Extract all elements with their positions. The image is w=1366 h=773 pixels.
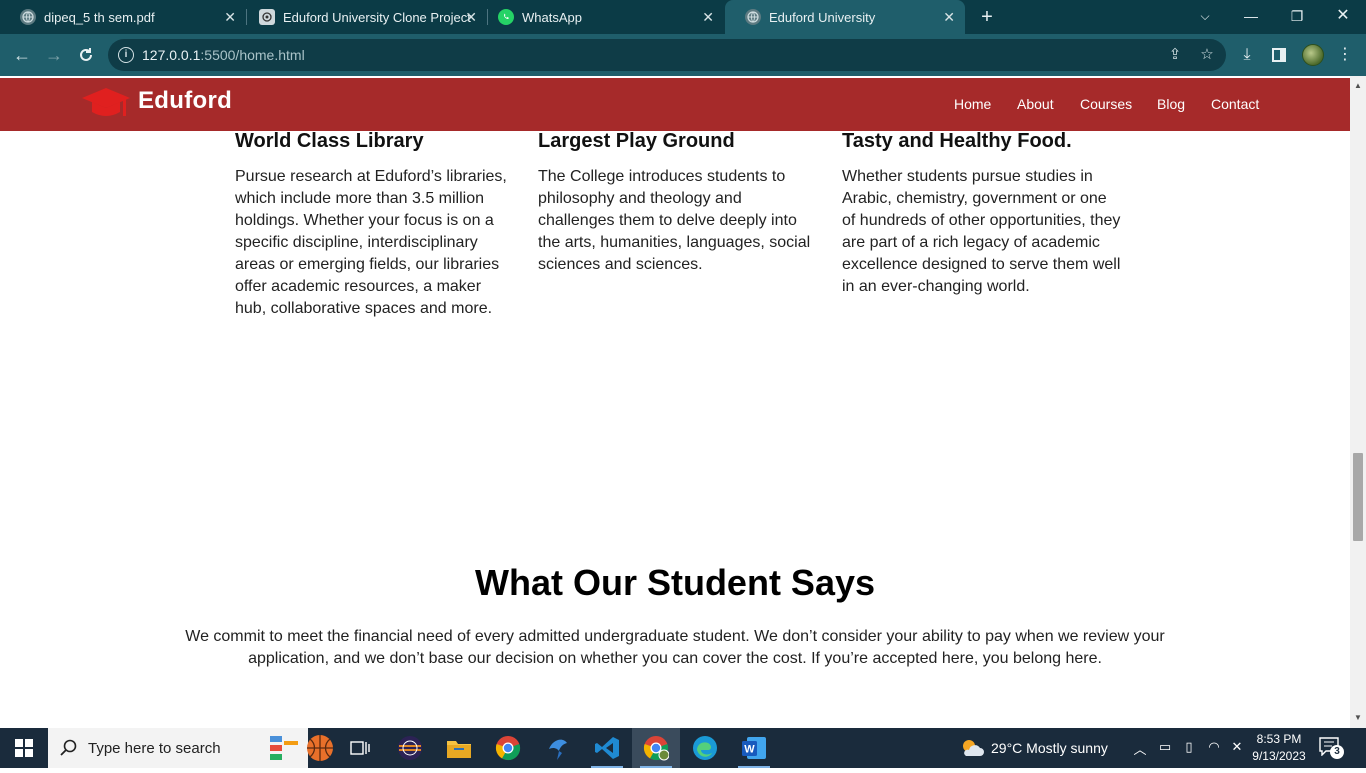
eclipse-icon[interactable] bbox=[386, 728, 434, 768]
testimonials-intro: We commit to meet the financial need of … bbox=[185, 628, 1165, 667]
svg-text:W: W bbox=[744, 744, 755, 756]
feature-title: Tasty and Healthy Food. bbox=[842, 130, 1072, 152]
close-tab-icon[interactable]: ✕ bbox=[224, 9, 236, 26]
globe-icon bbox=[20, 9, 36, 25]
testimonials-heading: What Our Student Says bbox=[474, 562, 876, 603]
nav-link-home[interactable]: Home bbox=[954, 96, 991, 112]
meet-now-icon[interactable]: ▭ bbox=[1156, 739, 1174, 755]
site-info-icon[interactable]: i bbox=[118, 47, 134, 63]
url-text[interactable]: 127.0.0.1:5500/home.html bbox=[142, 47, 305, 63]
more-menu-icon[interactable]: ⋮ bbox=[1334, 44, 1356, 66]
scrollbar-thumb[interactable] bbox=[1353, 453, 1363, 541]
globe-icon bbox=[745, 9, 761, 25]
feature-description: The College introduces students to philo… bbox=[538, 168, 811, 273]
close-tab-icon[interactable]: ✕ bbox=[465, 9, 477, 26]
browser-tab-strip: dipeq_5 th sem.pdf ✕ Eduford University … bbox=[0, 0, 1366, 34]
start-button[interactable] bbox=[0, 728, 48, 768]
sun-cloud-icon bbox=[963, 740, 984, 756]
scroll-up-icon[interactable]: ▲ bbox=[1350, 78, 1366, 94]
tab-eduford[interactable]: Eduford University ✕ bbox=[725, 0, 965, 34]
feature-title: Largest Play Ground bbox=[538, 130, 735, 152]
tab-clone-project[interactable]: Eduford University Clone Project ✕ bbox=[239, 0, 487, 34]
side-panel-icon[interactable] bbox=[1268, 44, 1290, 66]
scroll-down-icon[interactable]: ▼ bbox=[1350, 710, 1366, 726]
show-hidden-icons-chevron-icon[interactable]: ︿ bbox=[1131, 739, 1149, 758]
search-placeholder: Type here to search bbox=[88, 739, 221, 757]
bookmark-star-icon[interactable]: ☆ bbox=[1198, 46, 1216, 64]
task-view-icon[interactable] bbox=[336, 728, 384, 768]
profile-avatar[interactable] bbox=[1302, 44, 1324, 66]
weather-text: 29°C Mostly sunny bbox=[991, 740, 1108, 756]
word-icon[interactable]: W bbox=[730, 728, 778, 768]
nav-link-blog[interactable]: Blog bbox=[1157, 96, 1185, 112]
vscode-icon[interactable] bbox=[583, 728, 631, 768]
page-viewport: Eduford Home About Courses Blog Contact … bbox=[0, 76, 1350, 728]
graduation-cap-icon bbox=[82, 88, 130, 116]
feature-description: Whether students pursue studies in Arabi… bbox=[842, 168, 1121, 295]
page-scrollbar[interactable]: ▲ ▼ bbox=[1350, 76, 1366, 728]
search-icon bbox=[60, 739, 77, 756]
chrome-icon[interactable] bbox=[484, 728, 532, 768]
close-tab-icon[interactable]: ✕ bbox=[702, 9, 714, 26]
nav-link-courses[interactable]: Courses bbox=[1080, 96, 1132, 112]
tab-search-chevron-icon[interactable]: ⌵ bbox=[1182, 0, 1228, 34]
sourcetree-icon[interactable] bbox=[534, 728, 582, 768]
minimize-icon[interactable]: — bbox=[1228, 0, 1274, 34]
battery-icon[interactable]: ▯ bbox=[1180, 739, 1198, 755]
browser-toolbar: ← → i 127.0.0.1:5500/home.html ⇪ ☆ ⤓ ⋮ bbox=[0, 34, 1366, 76]
weather-widget[interactable]: 29°C Mostly sunny bbox=[958, 728, 1118, 768]
tab-pdf[interactable]: dipeq_5 th sem.pdf ✕ bbox=[0, 0, 246, 34]
windows-taskbar: Type here to search W 29°C Mostly sunny … bbox=[0, 728, 1366, 768]
chrome-active-icon[interactable] bbox=[632, 728, 680, 768]
clock-date: 9/13/2023 bbox=[1252, 749, 1306, 763]
nav-link-about[interactable]: About bbox=[1017, 96, 1054, 112]
tab-title: Eduford University bbox=[769, 9, 876, 25]
feature-title: World Class Library bbox=[235, 130, 424, 152]
notification-center-icon[interactable]: 3 bbox=[1318, 736, 1348, 762]
site-logo[interactable]: Eduford bbox=[82, 86, 232, 122]
speaker-muted-icon[interactable]: ✕ bbox=[1228, 739, 1246, 755]
address-bar[interactable]: i 127.0.0.1:5500/home.html ⇪ ☆ bbox=[108, 39, 1226, 71]
notification-badge: 3 bbox=[1330, 745, 1344, 759]
site-navbar: Eduford Home About Courses Blog Contact bbox=[0, 78, 1350, 131]
feature-description: Pursue research at Eduford’s libraries, … bbox=[235, 168, 507, 317]
nav-link-contact[interactable]: Contact bbox=[1211, 96, 1259, 112]
back-arrow-icon[interactable]: ← bbox=[9, 42, 35, 68]
brand-name: Eduford bbox=[138, 87, 233, 114]
share-icon[interactable]: ⇪ bbox=[1166, 46, 1184, 64]
forward-arrow-icon[interactable]: → bbox=[41, 42, 67, 68]
restore-icon[interactable]: ❐ bbox=[1274, 0, 1320, 34]
download-icon[interactable]: ⤓ bbox=[1236, 44, 1258, 66]
network-icon[interactable]: ◠ bbox=[1205, 739, 1223, 755]
clock-time: 8:53 PM bbox=[1256, 732, 1302, 746]
chatgpt-icon bbox=[259, 9, 275, 25]
tab-whatsapp[interactable]: WhatsApp ✕ bbox=[478, 0, 724, 34]
window-close-icon[interactable]: ✕ bbox=[1320, 0, 1366, 34]
tab-title: Eduford University Clone Project bbox=[283, 9, 471, 25]
edge-icon[interactable] bbox=[681, 728, 729, 768]
tab-title: dipeq_5 th sem.pdf bbox=[44, 9, 155, 25]
search-highlight-icon[interactable] bbox=[262, 728, 336, 768]
reload-icon[interactable] bbox=[73, 42, 99, 68]
close-tab-icon[interactable]: ✕ bbox=[943, 9, 955, 26]
file-explorer-icon[interactable] bbox=[435, 728, 483, 768]
new-tab-button[interactable]: + bbox=[976, 4, 998, 30]
tab-title: WhatsApp bbox=[522, 9, 582, 25]
whatsapp-icon bbox=[498, 9, 514, 25]
windows-logo-icon bbox=[15, 739, 33, 757]
system-clock[interactable]: 8:53 PM 9/13/2023 bbox=[1248, 731, 1310, 765]
